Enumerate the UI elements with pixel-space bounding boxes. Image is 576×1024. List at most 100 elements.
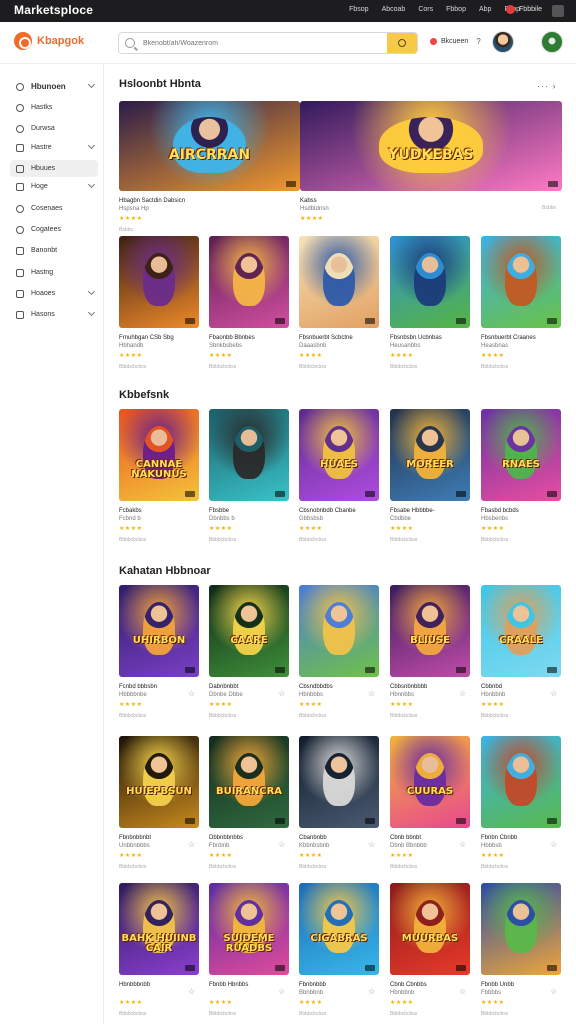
search-button[interactable] — [387, 33, 417, 53]
card-title[interactable]: Frnuhbgan CSb Sbg Hbhandb — [119, 335, 187, 350]
account-label[interactable]: Bkcueen — [441, 38, 468, 45]
favorite-icon[interactable]: ☆ — [459, 689, 466, 698]
top-link[interactable]: Abp — [479, 6, 491, 13]
card-title[interactable]: Cbanbnbb Kbbnbsbnb — [299, 835, 367, 850]
favorite-icon[interactable]: ☆ — [278, 987, 285, 996]
card-title[interactable]: Fbaonbb Bbnbes Sbnkbsbebs — [209, 335, 277, 350]
favorite-icon[interactable]: ☆ — [459, 987, 466, 996]
favorite-icon[interactable]: ☆ — [188, 689, 195, 698]
card-thumbnail[interactable]: MUURBAS — [390, 883, 470, 975]
carousel-controls[interactable]: ··· › — [537, 81, 557, 91]
card-thumbnail[interactable] — [481, 236, 561, 328]
card-title[interactable]: Fbasbd bcbds Hbsbenbs — [481, 508, 549, 523]
card-title[interactable]: Fcnbd bbbsbn Hbbbbnbe — [119, 684, 187, 699]
card-title[interactable]: Fbsnbuerbt Scbctne Daaasbnb — [299, 335, 367, 350]
card-title[interactable]: Kabss Hsdbtdnsn — [300, 198, 550, 213]
favorite-icon[interactable]: ☆ — [368, 840, 375, 849]
favorite-icon[interactable]: ☆ — [278, 840, 285, 849]
card-thumbnail[interactable]: CUURAS — [390, 736, 470, 828]
favorite-icon[interactable]: ☆ — [188, 987, 195, 996]
window-menu-icon[interactable] — [552, 5, 564, 17]
card-title[interactable]: Cbsndbbdbs Hbnbbbs — [299, 684, 367, 699]
card-thumbnail[interactable] — [299, 585, 379, 677]
card-thumbnail[interactable] — [390, 236, 470, 328]
card-thumbnail[interactable]: CRAALE — [481, 585, 561, 677]
sidebar-item-5[interactable]: Hoge — [10, 178, 98, 195]
card-thumbnail[interactable]: CIGABRAS — [299, 883, 379, 975]
top-link[interactable]: Cors — [418, 6, 433, 13]
box-icon — [16, 225, 24, 234]
sidebar-item-3[interactable]: Hastre — [10, 139, 98, 156]
card-title[interactable]: Fbsnbsbn Ucbnbas Heusanbbs — [390, 335, 458, 350]
card-title[interactable]: Cbbnbd Hbnbbnb — [481, 684, 549, 699]
favorite-icon[interactable]: ☆ — [550, 689, 557, 698]
card-thumbnail[interactable]: MOREER — [390, 409, 470, 501]
card-title[interactable]: Fbnbb Unbb Fbbbbs — [481, 982, 549, 997]
sidebar-item-9[interactable]: Hastng — [10, 264, 98, 281]
sidebar-item-1[interactable]: Hastks — [10, 99, 98, 116]
sidebar-item-6[interactable]: Cosenaes — [10, 200, 98, 217]
notification-icon[interactable] — [430, 38, 437, 45]
card-title[interactable]: Fbnbnbbb Bbnbbnb — [299, 982, 367, 997]
sidebar-item-home[interactable]: Hbunoen — [10, 78, 98, 95]
top-link[interactable]: Fbsop — [349, 6, 368, 13]
card-thumbnail[interactable]: CAARE — [209, 585, 289, 677]
card-title[interactable]: Fcbakbs Fcbnd b — [119, 508, 187, 523]
card-title[interactable]: Dbbnbbnbbs Fbnbnb — [209, 835, 277, 850]
profile-badge-icon[interactable] — [541, 31, 563, 53]
sidebar-item-11[interactable]: Hasons — [10, 306, 98, 323]
card-thumbnail[interactable]: HUIEPBSUN — [119, 736, 199, 828]
card-thumbnail[interactable] — [481, 883, 561, 975]
favorite-icon[interactable]: ☆ — [278, 689, 285, 698]
card-title[interactable]: Fbnbb Hbnbbs — [209, 982, 277, 990]
card-title[interactable]: Cbbsnbnbbbb Hbnnbbs — [390, 684, 458, 699]
sidebar-item-8[interactable]: Banonbt — [10, 242, 98, 259]
sidebar-item-7[interactable]: Cogatees — [10, 221, 98, 238]
sidebar-item-2[interactable]: Durwsa — [10, 120, 98, 137]
card-title[interactable]: Cbnb Cbnbbs Hbnbbnb — [390, 982, 458, 997]
card-thumbnail[interactable] — [481, 736, 561, 828]
card-title[interactable]: Fbsabe Hbbbbe- Cbdbbe — [390, 508, 458, 523]
favorite-icon[interactable]: ☆ — [368, 689, 375, 698]
card-meta: Bbbbcbcbss — [209, 364, 237, 370]
sidebar-item-4[interactable]: Hbuues — [10, 160, 98, 177]
card-thumbnail[interactable]: BLIUSE — [390, 585, 470, 677]
card-thumbnail[interactable]: UHIRBON — [119, 585, 199, 677]
card-title[interactable]: Fbnbn Cbnbb Hbbbsb — [481, 835, 549, 850]
favorite-icon[interactable]: ☆ — [368, 987, 375, 996]
favorite-icon[interactable]: ☆ — [459, 840, 466, 849]
card-thumbnail[interactable]: YUDKEBAS — [300, 101, 562, 191]
favorite-icon[interactable]: ☆ — [550, 840, 557, 849]
card-thumbnail[interactable] — [299, 736, 379, 828]
favorite-icon[interactable]: ☆ — [550, 987, 557, 996]
card-thumbnail[interactable] — [209, 236, 289, 328]
card-title[interactable]: Fbsnbuerbt Craanes Heasbnas — [481, 335, 549, 350]
card-thumbnail[interactable]: BUIRANCRA — [209, 736, 289, 828]
card-thumbnail[interactable] — [299, 236, 379, 328]
card-thumbnail[interactable]: AIRCRRAN — [119, 101, 300, 191]
sidebar-item-10[interactable]: Hoaoes — [10, 285, 98, 302]
top-link[interactable]: Fbbop — [446, 6, 466, 13]
brand-logo[interactable]: Kbapgok — [14, 32, 84, 50]
top-user[interactable]: Fbbbile — [506, 5, 542, 14]
card-title[interactable]: Dabnbnbbt Dbnbe Dbbe — [209, 684, 277, 699]
card-thumbnail[interactable]: SUIDEME RUADBS — [209, 883, 289, 975]
card-thumbnail[interactable] — [119, 236, 199, 328]
top-link[interactable]: Abcoab — [382, 6, 406, 13]
card-title[interactable]: Cbsnobnbdb Cbanbe Gbbsbsb — [299, 508, 367, 523]
card-thumbnail[interactable]: BAHK HUIINB CAIR — [119, 883, 199, 975]
card-thumbnail[interactable] — [209, 409, 289, 501]
card-title[interactable]: Fbsbbe Dbnbbs b — [209, 508, 277, 523]
avatar[interactable] — [492, 31, 514, 53]
card-thumbnail[interactable]: CANNAE NAKUNUS — [119, 409, 199, 501]
card-title[interactable]: Fbnbnbbnbt Unbbnbbbs — [119, 835, 187, 850]
card-title[interactable]: Hbagbn Sactdin Dabsicn Hspsna Hp — [119, 198, 288, 213]
card-title[interactable]: Cbnb bbnbt Dbnb Bbnbbb — [390, 835, 458, 850]
card-title[interactable]: Hbnbbbnbb — [119, 982, 187, 990]
favorite-icon[interactable]: ☆ — [188, 840, 195, 849]
card-thumbnail[interactable]: RNAES — [481, 409, 561, 501]
card-thumbnail[interactable]: HUAES — [299, 409, 379, 501]
account-area[interactable]: Bkcueen ? — [430, 37, 481, 46]
help-icon[interactable]: ? — [476, 37, 480, 46]
search-input[interactable] — [143, 39, 387, 47]
